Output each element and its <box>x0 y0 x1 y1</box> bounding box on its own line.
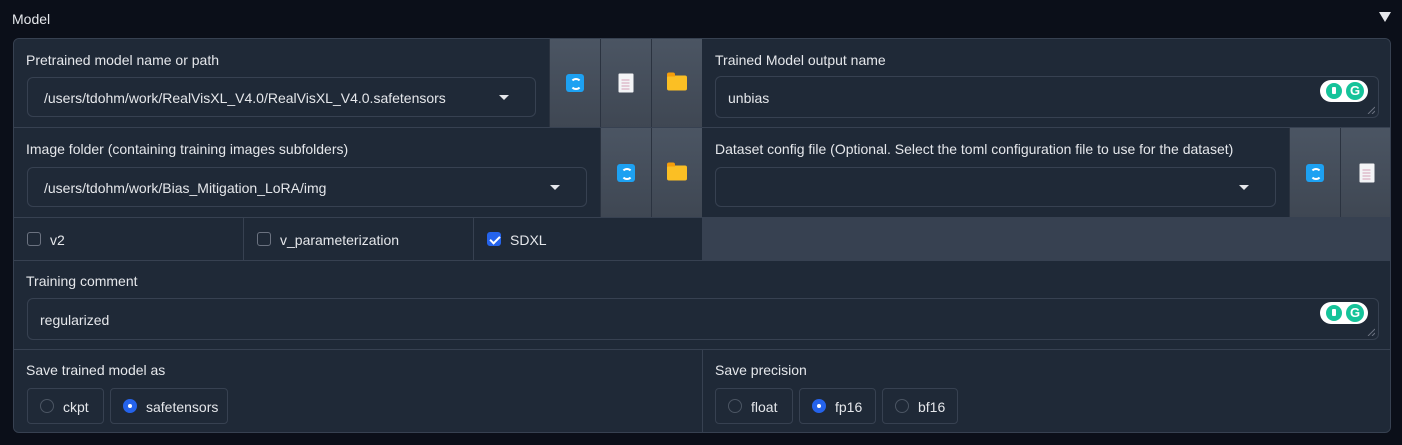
radio-float[interactable]: float <box>715 388 793 424</box>
radio-dot <box>40 399 54 413</box>
save-model-as-block: Save trained model as ckpt safetensors <box>14 350 702 432</box>
empty-filler <box>702 217 1390 260</box>
image-folder-label: Image folder (containing training images… <box>26 141 349 157</box>
grammarly-icon[interactable] <box>1320 80 1368 102</box>
select-image-folder-button[interactable] <box>651 128 702 217</box>
select-model-file-button[interactable] <box>600 39 651 127</box>
dataset-config-dropdown[interactable] <box>715 167 1276 207</box>
refresh-icon <box>617 163 635 182</box>
pretrained-model-value: /users/tdohm/work/RealVisXL_V4.0/RealVis… <box>44 90 446 106</box>
select-dataset-config-button[interactable] <box>1340 128 1390 217</box>
grammarly-icon[interactable] <box>1320 302 1368 324</box>
section-header[interactable]: Model <box>0 0 1402 38</box>
image-folder-block: Image folder (containing training images… <box>14 128 600 217</box>
dataset-config-block: Dataset config file (Optional. Select th… <box>702 128 1289 217</box>
sdxl-checkbox[interactable] <box>487 232 501 246</box>
document-icon <box>1359 163 1374 182</box>
v-parameterization-checkbox[interactable] <box>257 232 271 246</box>
chevron-down-icon <box>1239 185 1249 190</box>
pretrained-model-block: Pretrained model name or path /users/tdo… <box>14 39 549 127</box>
output-name-value: unbias <box>728 90 770 106</box>
checkbox-sdxl[interactable]: SDXL <box>474 218 702 260</box>
output-name-input[interactable]: unbias <box>715 76 1379 118</box>
refresh-models-button[interactable] <box>549 39 600 127</box>
refresh-icon <box>566 74 584 92</box>
folder-icon <box>667 162 687 180</box>
radio-dot <box>728 399 742 413</box>
checkbox-label: v2 <box>50 232 65 248</box>
checkbox-label: SDXL <box>510 232 547 248</box>
checkbox-v-parameterization[interactable]: v_parameterization <box>244 218 473 260</box>
refresh-icon <box>1306 163 1324 182</box>
training-comment-input[interactable]: regularized <box>27 298 1379 340</box>
save-precision-label: Save precision <box>715 362 807 378</box>
radio-dot-selected <box>123 399 137 413</box>
checkbox-label: v_parameterization <box>280 232 400 248</box>
section-title: Model <box>12 11 51 27</box>
radio-label: safetensors <box>146 399 219 415</box>
radio-label: bf16 <box>918 399 946 415</box>
training-comment-block: Training comment regularized <box>14 261 1390 349</box>
training-comment-value: regularized <box>40 312 110 328</box>
image-folder-dropdown[interactable]: /users/tdohm/work/Bias_Mitigation_LoRA/i… <box>27 167 587 207</box>
radio-label: fp16 <box>835 399 863 415</box>
document-icon <box>618 73 634 93</box>
image-folder-value: /users/tdohm/work/Bias_Mitigation_LoRA/i… <box>44 180 327 196</box>
radio-ckpt[interactable]: ckpt <box>27 388 104 424</box>
checkbox-v2[interactable]: v2 <box>14 218 243 260</box>
radio-dot-selected <box>812 399 826 413</box>
radio-label: ckpt <box>63 399 89 415</box>
select-model-folder-button[interactable] <box>651 39 702 127</box>
v2-checkbox[interactable] <box>27 232 41 246</box>
folder-icon <box>667 72 687 91</box>
output-name-label: Trained Model output name <box>715 52 886 68</box>
output-name-block: Trained Model output name unbias <box>702 39 1390 127</box>
chevron-down-icon <box>499 95 509 100</box>
pretrained-model-dropdown[interactable]: /users/tdohm/work/RealVisXL_V4.0/RealVis… <box>27 77 536 117</box>
radio-bf16[interactable]: bf16 <box>882 388 958 424</box>
training-comment-label: Training comment <box>26 273 138 289</box>
resize-grip-icon[interactable] <box>1367 328 1375 336</box>
dataset-config-label: Dataset config file (Optional. Select th… <box>715 141 1234 157</box>
radio-fp16[interactable]: fp16 <box>799 388 876 424</box>
save-model-as-label: Save trained model as <box>26 362 166 378</box>
radio-safetensors[interactable]: safetensors <box>110 388 228 424</box>
radio-label: float <box>751 399 778 415</box>
radio-dot <box>895 399 909 413</box>
refresh-dataset-config-button[interactable] <box>1289 128 1340 217</box>
save-precision-block: Save precision float fp16 bf16 <box>703 350 1390 432</box>
model-panel: Pretrained model name or path /users/tdo… <box>13 38 1391 433</box>
pretrained-model-label: Pretrained model name or path <box>26 52 219 68</box>
refresh-image-folder-button[interactable] <box>600 128 651 217</box>
chevron-down-icon <box>550 185 560 190</box>
collapse-arrow-icon[interactable] <box>1379 12 1391 22</box>
resize-grip-icon[interactable] <box>1367 106 1375 114</box>
